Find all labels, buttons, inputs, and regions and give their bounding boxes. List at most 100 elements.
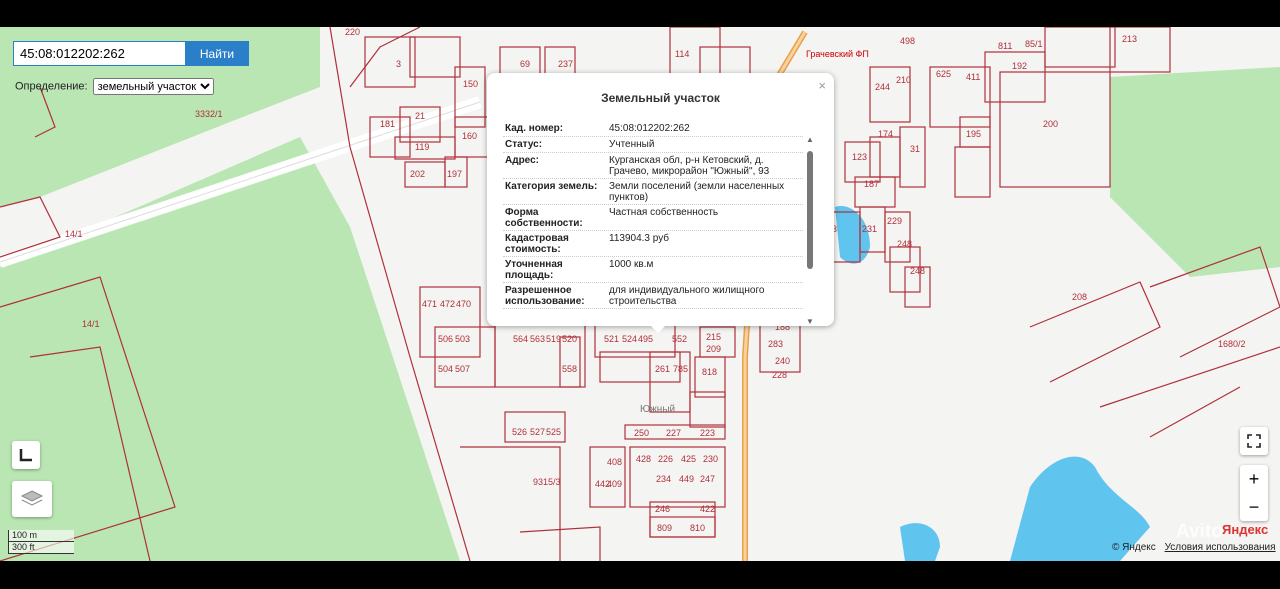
layers-button[interactable] — [12, 481, 52, 517]
parcel-label: 226 — [658, 454, 673, 464]
definition-label: Определение: — [15, 80, 88, 93]
info-row: Кадастровая стоимость: 113904.3 руб — [503, 231, 803, 257]
info-row: Уточненная площадь: 1000 кв.м — [503, 257, 803, 283]
find-button[interactable]: Найти — [185, 41, 249, 66]
parcel-label: 69 — [520, 59, 530, 69]
parcel-label: 552 — [672, 334, 687, 344]
info-key: Адрес: — [505, 155, 539, 166]
parcel-label: 227 — [666, 428, 681, 438]
info-key: Кадастровая стоимость: — [505, 233, 569, 255]
parcel-label: 507 — [455, 364, 470, 374]
scroll-down-icon[interactable]: ▼ — [806, 317, 814, 326]
parcel-label: 85/1 — [1025, 39, 1043, 49]
parcel-label: 495 — [638, 334, 653, 344]
info-value: Частная собственность — [609, 207, 719, 218]
parcel-label: 472 — [440, 299, 455, 309]
info-value: Учтенный — [609, 139, 655, 150]
parcel-label: 114 — [675, 49, 689, 59]
zoom-control: + − — [1240, 465, 1268, 521]
parcel-label: 409 — [607, 479, 622, 489]
parcel-label: 119 — [415, 142, 429, 152]
info-key: Уточненная площадь: — [505, 259, 563, 281]
info-row: Разрешенное использование: для индивидуал… — [503, 283, 803, 309]
parcel-label: 248 — [910, 266, 925, 276]
info-value: Курганская обл, р-н Кетовский, д. Грачев… — [609, 155, 770, 177]
parcel-label: 525 — [546, 427, 561, 437]
parcel-label: 237 — [558, 59, 573, 69]
info-value: 45:08:012202:262 — [609, 123, 690, 134]
parcel-label: 558 — [562, 364, 577, 374]
parcel-label: 504 — [438, 364, 453, 374]
parcel-label: 231 — [862, 224, 877, 234]
parcel-label: 150 — [463, 79, 478, 89]
info-row: Категория земель: Земли поселений (земли … — [503, 179, 803, 205]
parcel-label: 160 — [462, 131, 477, 141]
forest-area — [0, 137, 460, 561]
info-row: Статус: Учтенный — [503, 137, 803, 153]
parcel-label: 1680/2 — [1218, 339, 1246, 349]
parcel-label: 811 — [998, 41, 1012, 51]
parcel-label: 220 — [345, 27, 360, 37]
cadastral-number-input[interactable] — [14, 42, 194, 65]
zoom-out-button[interactable]: − — [1249, 493, 1260, 521]
parcel-label: 625 — [936, 69, 951, 79]
info-value: Земли поселений (земли населенных пункто… — [609, 181, 785, 203]
parcel-label: 208 — [1072, 292, 1087, 302]
parcel-label: 31 — [910, 144, 920, 154]
parcel-label: 246 — [655, 504, 670, 514]
ruler-icon — [19, 449, 32, 462]
parcel-label: 520 — [562, 334, 577, 344]
parcel-label: 563 — [530, 334, 545, 344]
scroll-up-icon[interactable]: ▲ — [806, 135, 814, 144]
info-key: Категория земель: — [505, 181, 598, 192]
parcel-label: 809 — [657, 523, 672, 533]
parcel-label: 506 — [438, 334, 453, 344]
parcel-label: 425 — [681, 454, 696, 464]
parcel-label: 818 — [702, 367, 717, 377]
parcel-label: 261 — [655, 364, 670, 374]
parcel-label: 181 — [380, 119, 395, 129]
info-key: Кад. номер: — [505, 123, 564, 134]
copyright-text: © Яндекс — [1112, 542, 1156, 553]
clinic-label: Грачевский ФП — [806, 49, 869, 59]
scale-meters: 100 m — [8, 530, 74, 542]
parcel-label: 564 — [513, 334, 528, 344]
parcel-label: 3332/1 — [195, 109, 223, 119]
copyright: © Яндекс Условия использования — [1112, 542, 1276, 553]
parcel-label: 197 — [447, 169, 462, 179]
parcel-label: 14/1 — [82, 319, 100, 329]
fullscreen-button[interactable] — [1240, 427, 1268, 455]
ruler-button[interactable] — [12, 441, 40, 469]
parcel-label: 247 — [700, 474, 715, 484]
parcel-label: 21 — [415, 111, 425, 121]
popup-title: Земельный участок — [601, 91, 720, 105]
scroll-thumb[interactable] — [807, 151, 813, 269]
parcel-label: 248 — [897, 239, 912, 249]
parcel-label: 498 — [900, 36, 915, 46]
terms-link[interactable]: Условия использования — [1165, 542, 1276, 553]
parcel-label: 210 — [896, 75, 911, 85]
popup-pointer — [650, 325, 666, 333]
parcel-label: 209 — [706, 344, 721, 354]
parcel-label: 428 — [636, 454, 651, 464]
map-area[interactable]: 3332/1 14/1 14/1 200 208 1680/2 9315/3 1… — [0, 27, 1280, 561]
parcel-label: 240 — [775, 356, 790, 366]
parcel-label: 411 — [966, 72, 980, 82]
parcel-label: 527 — [530, 427, 545, 437]
info-value: 1000 кв.м — [609, 259, 654, 270]
parcel-label: 785 — [673, 364, 688, 374]
parcel-info-popup: × Земельный участок Кад. номер: 45:08:012… — [487, 73, 834, 326]
popup-scrollbar[interactable]: ▲ ▼ — [806, 135, 814, 326]
parcel-label: 471 — [422, 299, 437, 309]
info-key: Разрешенное использование: — [505, 285, 585, 307]
parcel-label: 234 — [656, 474, 671, 484]
parcel-info-table: Кад. номер: 45:08:012202:262 Статус: Учтен… — [503, 121, 803, 317]
parcel-label: 526 — [512, 427, 527, 437]
parcel-label: 422 — [700, 504, 715, 514]
parcel-label: 9315/3 — [533, 477, 561, 487]
layers-icon — [20, 490, 44, 506]
zoom-in-button[interactable]: + — [1249, 465, 1260, 493]
info-row: Кад. номер: 45:08:012202:262 — [503, 121, 803, 137]
info-value: для индивидуального жилищного строительс… — [609, 285, 765, 307]
definition-select[interactable]: земельный участок — [92, 78, 214, 95]
